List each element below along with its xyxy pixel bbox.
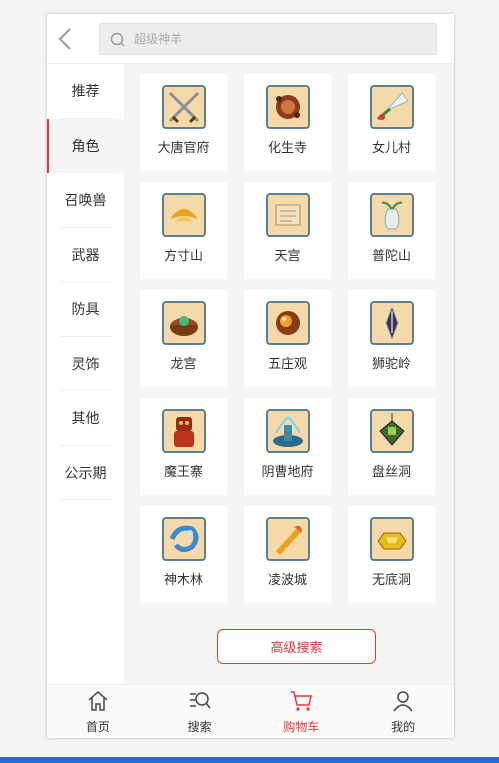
school-grid: 大唐官府 化生寺 女儿村 方寸山 天宫 普陀山 龙宫 五庄观 狮驼岭 魔王寨 阴…: [140, 74, 436, 603]
prayer-beads-icon: [265, 85, 310, 129]
scroll-icon: [265, 193, 310, 237]
cart-icon: [291, 691, 313, 711]
sidebar-item-weapon[interactable]: 武器: [47, 228, 124, 283]
sidebar-item-other[interactable]: 其他: [47, 391, 124, 446]
tab-search[interactable]: 搜索: [149, 685, 251, 738]
red-totem-icon: [161, 409, 206, 453]
school-card-tiangong[interactable]: 天宫: [244, 182, 331, 279]
bottom-tabbar: 首页 搜索 购物车 我的: [47, 684, 454, 738]
school-label: 五庄观: [267, 357, 307, 372]
sidebar-item-accessory[interactable]: 灵饰: [47, 337, 124, 392]
sidebar-item-recommend[interactable]: 推荐: [47, 64, 124, 119]
search-input[interactable]: [134, 24, 424, 54]
tab-label: 搜索: [187, 720, 212, 734]
tab-label: 购物车: [283, 720, 320, 734]
school-label: 盘丝洞: [371, 465, 411, 480]
school-label: 神木林: [163, 573, 203, 588]
back-button[interactable]: [55, 26, 77, 52]
gold-ingot-icon: [369, 517, 414, 561]
sidebar-item-label: 推荐: [71, 84, 100, 101]
sidebar-item-label: 灵饰: [71, 356, 100, 373]
school-card-nver[interactable]: 女儿村: [348, 74, 435, 171]
search-box[interactable]: [99, 23, 437, 55]
school-label: 无底洞: [371, 573, 411, 588]
school-card-lingbo[interactable]: 凌波城: [244, 506, 331, 603]
school-label: 天宫: [274, 249, 301, 264]
sidebar-item-character[interactable]: 角色: [47, 118, 124, 173]
advanced-search-button[interactable]: 高级搜索: [217, 629, 376, 664]
sidebar-item-public-period[interactable]: 公示期: [47, 446, 124, 501]
tab-label: 首页: [85, 720, 110, 734]
school-label: 龙宫: [170, 357, 197, 372]
blue-dragon-icon: [161, 517, 206, 561]
school-label: 普陀山: [371, 249, 411, 264]
search-icon: [110, 32, 125, 47]
chevron-left-icon: [58, 28, 71, 50]
app-screen: 推荐 角色 召唤兽 武器 防具 灵饰 其他 公示期 大唐官府 化生寺: [47, 14, 454, 738]
school-card-wuzhuang[interactable]: 五庄观: [244, 290, 331, 387]
home-icon: [88, 690, 108, 711]
tab-home[interactable]: 首页: [47, 685, 149, 738]
tab-cart[interactable]: 购物车: [251, 685, 353, 738]
tab-label: 我的: [391, 720, 416, 734]
school-card-datang[interactable]: 大唐官府: [140, 74, 227, 171]
sidebar-item-label: 武器: [71, 247, 100, 264]
sidebar-item-label: 召唤兽: [64, 193, 107, 210]
feather-fan-icon: [369, 85, 414, 129]
school-card-mowang[interactable]: 魔王寨: [140, 398, 227, 495]
golden-orb-icon: [265, 301, 310, 345]
tab-profile[interactable]: 我的: [352, 685, 454, 738]
sidebar-item-label: 公示期: [64, 465, 107, 482]
school-card-fangcun[interactable]: 方寸山: [140, 182, 227, 279]
category-sidebar: 推荐 角色 召唤兽 武器 防具 灵饰 其他 公示期: [47, 64, 124, 684]
school-label: 凌波城: [267, 573, 307, 588]
os-taskbar: [0, 757, 499, 763]
school-card-pansi[interactable]: 盘丝洞: [348, 398, 435, 495]
sidebar-item-summon-beast[interactable]: 召唤兽: [47, 173, 124, 228]
fountain-icon: [265, 409, 310, 453]
golden-flame-icon: [265, 517, 310, 561]
user-icon: [393, 691, 413, 712]
school-card-huasheng[interactable]: 化生寺: [244, 74, 331, 171]
school-label: 方寸山: [163, 249, 203, 264]
school-label: 化生寺: [267, 141, 307, 156]
sidebar-item-armor[interactable]: 防具: [47, 282, 124, 337]
school-card-longgong[interactable]: 龙宫: [140, 290, 227, 387]
school-label: 阴曹地府: [261, 465, 314, 480]
school-card-shenmu[interactable]: 神木林: [140, 506, 227, 603]
school-label: 女儿村: [371, 141, 411, 156]
school-card-shituo[interactable]: 狮驼岭: [348, 290, 435, 387]
sidebar-item-label: 其他: [71, 411, 100, 428]
search-list-icon: [189, 692, 211, 709]
header: [47, 14, 454, 64]
pearl-chest-icon: [161, 301, 206, 345]
sidebar-item-label: 角色: [71, 138, 100, 155]
sidebar-item-label: 防具: [71, 302, 100, 319]
vase-icon: [369, 193, 414, 237]
lantern-icon: [369, 409, 414, 453]
category-content: 大唐官府 化生寺 女儿村 方寸山 天宫 普陀山 龙宫 五庄观 狮驼岭 魔王寨 阴…: [124, 64, 454, 684]
school-label: 狮驼岭: [371, 357, 411, 372]
dagger-icon: [369, 301, 414, 345]
school-card-wudi[interactable]: 无底洞: [348, 506, 435, 603]
golden-wing-icon: [161, 193, 206, 237]
crossed-swords-icon: [161, 85, 206, 129]
school-card-yincao[interactable]: 阴曹地府: [244, 398, 331, 495]
school-label: 大唐官府: [157, 141, 210, 156]
school-card-putuo[interactable]: 普陀山: [348, 182, 435, 279]
school-label: 魔王寨: [163, 465, 203, 480]
